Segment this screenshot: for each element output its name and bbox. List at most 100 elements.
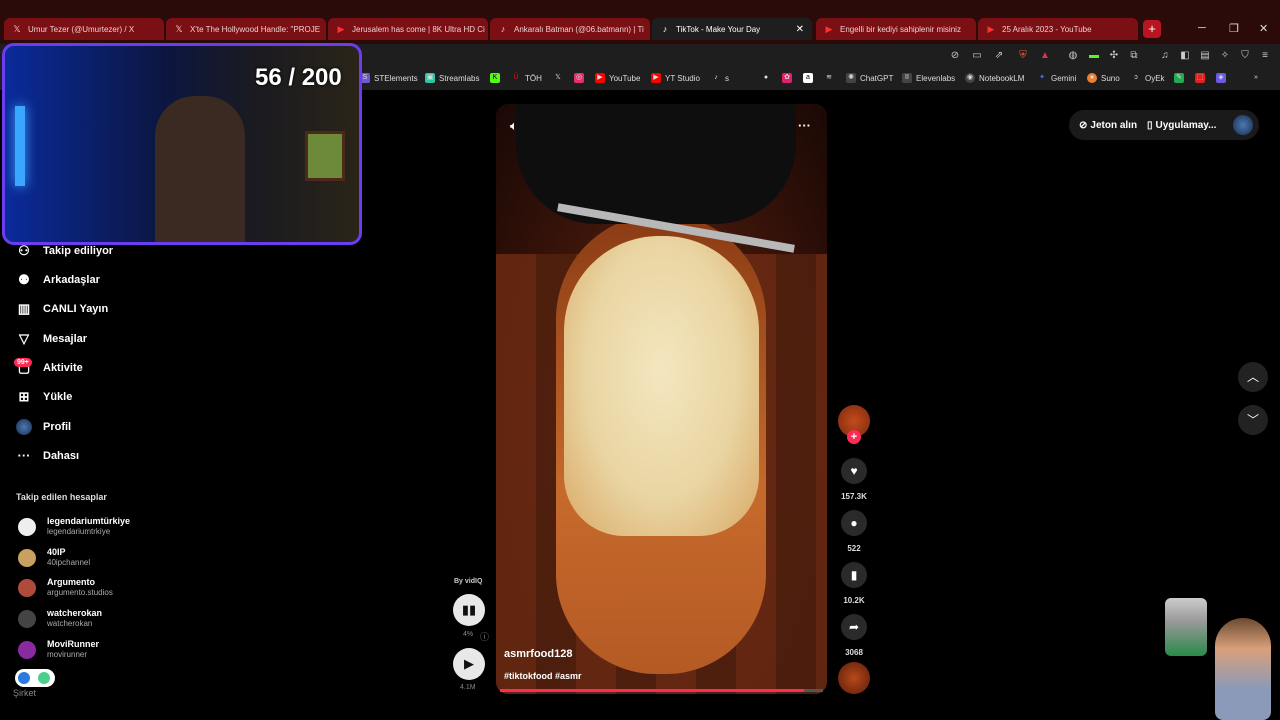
- menu-icon[interactable]: ≡: [1258, 49, 1272, 63]
- leo-ai-icon[interactable]: ✧: [1218, 49, 1232, 63]
- close-window-button[interactable]: ✕: [1259, 22, 1268, 35]
- bookmark-stelements[interactable]: S STElements: [360, 73, 418, 83]
- bookmark-label: NotebookLM: [979, 73, 1025, 83]
- bookmark-misc-3[interactable]: a: [803, 73, 817, 83]
- account-name: 40IP: [47, 547, 66, 557]
- user-avatar[interactable]: [1233, 115, 1253, 135]
- nav-friends[interactable]: ⚉ Arkadaşlar: [16, 272, 100, 288]
- bookmark-kick[interactable]: K: [490, 73, 504, 83]
- followed-account[interactable]: watcherokan watcherokan: [18, 608, 102, 629]
- bookmark-label: YouTube: [609, 73, 641, 83]
- tab-25-aralik[interactable]: ▶ 25 Aralık 2023 - YouTube: [978, 18, 1138, 40]
- save-count: 10.2K: [843, 596, 865, 605]
- tab-hollywood-handle[interactable]: 𝕏 X'te The Hollywood Handle: "PROJE: [166, 18, 326, 40]
- bookmark-misc-6[interactable]: ⬚: [1195, 73, 1209, 83]
- share-arrow-icon[interactable]: ➦: [841, 614, 867, 640]
- avatar: [18, 578, 36, 597]
- bookmark-yt-studio[interactable]: ▶ YT Studio: [651, 73, 700, 83]
- followed-account[interactable]: Argumento argumento.studios: [18, 577, 113, 598]
- bookmark-misc-2[interactable]: ✿: [782, 73, 796, 83]
- video-author[interactable]: asmrfood128: [504, 648, 572, 660]
- extension-icon[interactable]: ◍: [1066, 49, 1080, 63]
- video-progress-bar[interactable]: [500, 689, 823, 692]
- brave-rewards-icon[interactable]: ▲: [1038, 49, 1052, 63]
- tab-tiktok[interactable]: ♪ TikTok - Make Your Day ✕: [652, 18, 812, 40]
- bookmark-label: Streamlabs: [439, 73, 480, 83]
- comment-icon[interactable]: ●: [841, 510, 867, 536]
- puzzle-icon[interactable]: ✣: [1107, 49, 1121, 63]
- bookmark-oyek[interactable]: ↄ OyEk: [1131, 73, 1164, 83]
- tab-engelli-kedi[interactable]: ▶ Engelli bir kediyi sahiplenir misiniz: [816, 18, 976, 40]
- bookmark-misc-1[interactable]: ●: [761, 73, 775, 83]
- brave-shield-icon[interactable]: ⛨: [1016, 49, 1030, 63]
- vidiq-stats-button[interactable]: ▮▮: [453, 594, 485, 626]
- nav-live[interactable]: ▥ CANLI Yayın: [16, 301, 108, 317]
- more-options-icon[interactable]: ···: [798, 118, 811, 133]
- volume-icon[interactable]: 🔈︎: [510, 118, 518, 134]
- bookmark-youtube[interactable]: ▶ YouTube: [595, 73, 640, 83]
- tab-ankarali-batman[interactable]: ♪ Ankaralı Batman (@06.batmann) | Ti: [490, 18, 650, 40]
- tab-label: Ankaralı Batman (@06.batmann) | Ti: [514, 24, 644, 34]
- nav-upload[interactable]: ⊞ Yükle: [16, 389, 73, 405]
- cast-icon[interactable]: ▭: [970, 49, 984, 63]
- bookmark-label: s: [725, 73, 729, 83]
- bookmark-x[interactable]: 𝕏: [553, 73, 567, 83]
- bookmark-chatgpt[interactable]: ✺ ChatGPT: [846, 73, 893, 83]
- new-tab-button[interactable]: +: [1143, 20, 1161, 38]
- bookmark-suno[interactable]: ● Suno: [1087, 73, 1120, 83]
- play-button[interactable]: ▶: [453, 648, 485, 680]
- friends-icon: ⚉: [18, 272, 30, 287]
- melted-cheese: [564, 236, 759, 536]
- nav-messages[interactable]: ▽ Mesajlar: [16, 331, 87, 347]
- previous-video-button[interactable]: ︿: [1238, 362, 1268, 392]
- nav-profile[interactable]: Profil: [16, 419, 71, 435]
- get-app-button[interactable]: ▯ Uygulamay...: [1147, 114, 1216, 136]
- restore-button[interactable]: ❐: [1229, 22, 1239, 35]
- bookmark-icon[interactable]: ▮: [841, 562, 867, 588]
- power-icon: [38, 672, 50, 684]
- media-icon[interactable]: ♫: [1158, 49, 1172, 63]
- follow-plus-icon[interactable]: +: [847, 430, 861, 444]
- no-tracking-icon[interactable]: ⊘: [948, 49, 962, 63]
- tab-umur-tezer[interactable]: 𝕏 Umur Tezer (@Umurtezer) / X: [4, 18, 164, 40]
- bookmark-misc-7[interactable]: ◈: [1216, 73, 1230, 83]
- close-tab-icon[interactable]: ✕: [796, 24, 804, 35]
- bookmark-elevenlabs[interactable]: II Elevenlabs: [902, 73, 955, 83]
- bookmark-streamlabs[interactable]: ▣ Streamlabs: [425, 73, 479, 83]
- kick-icon: K: [490, 73, 500, 83]
- sidebar-icon[interactable]: ◧: [1178, 49, 1192, 63]
- bookmark-misc-4[interactable]: ≋: [824, 73, 838, 83]
- next-video-button[interactable]: ﹀: [1238, 405, 1268, 435]
- extension-widget[interactable]: [15, 669, 55, 687]
- info-icon[interactable]: ⓘ: [480, 630, 489, 643]
- bookmark-toh[interactable]: Ü TÖH: [511, 73, 541, 83]
- bookmark-gemini[interactable]: ✦ Gemini: [1037, 73, 1076, 83]
- chatgpt-icon: ✺: [846, 73, 856, 83]
- like-heart-icon[interactable]: ♥: [841, 458, 867, 484]
- video-hashtags[interactable]: #tiktokfood #asmr: [504, 671, 582, 681]
- company-link[interactable]: Şirket: [13, 688, 36, 698]
- screenshot-icon[interactable]: ⧉: [1127, 49, 1141, 63]
- bookmark-tiktok[interactable]: ♪ s: [711, 73, 729, 83]
- bookmark-notebooklm[interactable]: ◉ NotebookLM: [965, 73, 1024, 83]
- get-coins-button[interactable]: ⊘ Jeton alın: [1079, 114, 1137, 136]
- video-player[interactable]: [496, 104, 827, 694]
- music-disc-icon[interactable]: [838, 662, 870, 694]
- tab-jerusalem[interactable]: ▶ Jerusalem has come | 8K Ultra HD Ci: [328, 18, 488, 40]
- nav-more[interactable]: ··· Dahası: [16, 448, 80, 464]
- share-icon[interactable]: ⇗: [992, 49, 1006, 63]
- bookmarks-overflow[interactable]: »: [1251, 73, 1265, 83]
- followed-account[interactable]: 40IP 40ipchannel: [18, 547, 90, 568]
- followed-account[interactable]: legendariumtürkiye legendariumtrkiye: [18, 516, 130, 537]
- followed-account[interactable]: MoviRunner movirunner: [18, 639, 99, 660]
- minimize-button[interactable]: ─: [1198, 22, 1206, 34]
- avatar: [18, 517, 36, 536]
- instagram-icon: ◎: [574, 73, 584, 83]
- wallet-icon[interactable]: ▤: [1198, 49, 1212, 63]
- vpn-icon[interactable]: ⛉: [1238, 49, 1252, 63]
- extension-icon[interactable]: ▬: [1087, 49, 1101, 63]
- youtube-icon: ▶: [825, 24, 833, 34]
- bookmark-instagram[interactable]: ◎: [574, 73, 588, 83]
- nav-following[interactable]: ⚇ Takip ediliyor: [16, 243, 113, 259]
- bookmark-misc-5[interactable]: ✎: [1174, 73, 1188, 83]
